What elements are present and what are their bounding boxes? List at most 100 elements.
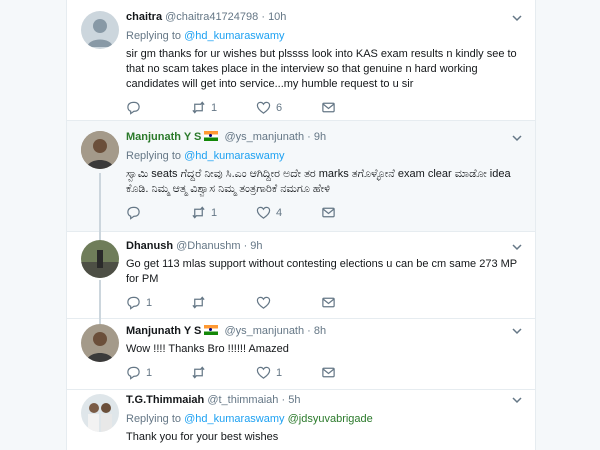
separator-dot: · bbox=[307, 131, 311, 143]
message-button[interactable] bbox=[321, 100, 336, 115]
timestamp[interactable]: 10h bbox=[268, 11, 286, 23]
mention-link[interactable]: @hd_kumaraswamy bbox=[184, 413, 284, 425]
tweet: Manjunath Y S @ys_manjunath · 8h Wow !!!… bbox=[67, 319, 535, 390]
reply-count: 1 bbox=[146, 296, 153, 309]
tweet-header: Dhanush @Dhanushm · 9h bbox=[126, 239, 523, 253]
tweet: Manjunath Y S @ys_manjunath · 9h Replyin… bbox=[67, 121, 535, 232]
display-name[interactable]: T.G.Thimmaiah bbox=[126, 394, 204, 406]
chevron-down-icon[interactable] bbox=[511, 395, 523, 405]
message-icon bbox=[322, 207, 335, 218]
retweet-button[interactable]: 1 bbox=[191, 100, 217, 115]
like-icon bbox=[256, 296, 271, 309]
separator-dot: · bbox=[307, 325, 311, 337]
username[interactable]: @t_thimmaiah bbox=[207, 394, 278, 406]
reply-button[interactable] bbox=[126, 205, 146, 220]
tweet-text: Thank you for your best wishes bbox=[126, 431, 279, 443]
display-name[interactable]: Dhanush bbox=[126, 240, 173, 252]
replying-label: Replying to bbox=[126, 150, 182, 162]
reply-icon bbox=[127, 296, 140, 310]
replying-to: Replying to @hd_kumaraswamy bbox=[126, 149, 523, 163]
reply-icon bbox=[127, 101, 140, 115]
tweet-header: Manjunath Y S @ys_manjunath · 8h bbox=[126, 324, 523, 338]
profile-photo bbox=[81, 324, 119, 362]
timestamp[interactable]: 9h bbox=[250, 240, 262, 252]
like-count: 4 bbox=[276, 206, 283, 219]
username[interactable]: @ys_manjunath bbox=[224, 131, 304, 143]
retweet-button[interactable] bbox=[191, 295, 211, 310]
separator-dot: · bbox=[281, 394, 286, 406]
username[interactable]: @chaitra41724798 bbox=[165, 11, 258, 23]
retweet-button[interactable]: 1 bbox=[191, 205, 217, 220]
thread-line bbox=[99, 173, 101, 232]
like-button[interactable]: 4 bbox=[256, 205, 282, 220]
retweet-icon bbox=[192, 206, 205, 219]
message-button[interactable] bbox=[321, 365, 336, 380]
tweet: Dhanush @Dhanushm · 9h Go get 113 mlas s… bbox=[67, 232, 535, 319]
tweet-actions: 1 4 bbox=[126, 205, 523, 221]
mention-link[interactable]: @jdsyuvabrigade bbox=[288, 413, 373, 425]
avatar[interactable] bbox=[81, 394, 119, 432]
like-button[interactable] bbox=[256, 295, 276, 310]
tweet-text: Wow !!!! Thanks Bro !!!!!! Amazed bbox=[126, 343, 289, 355]
tweet-header: chaitra @chaitra41724798 · 10h bbox=[126, 10, 523, 24]
message-icon bbox=[322, 367, 335, 378]
message-button[interactable] bbox=[321, 295, 336, 310]
india-flag-icon bbox=[204, 325, 219, 335]
reply-button[interactable] bbox=[126, 100, 146, 115]
chevron-down-icon[interactable] bbox=[511, 13, 523, 23]
display-name[interactable]: chaitra bbox=[126, 11, 162, 23]
reply-button[interactable]: 1 bbox=[126, 365, 152, 380]
left-margin bbox=[0, 0, 66, 450]
mention-link[interactable]: @hd_kumaraswamy bbox=[184, 30, 284, 42]
chevron-down-icon[interactable] bbox=[511, 133, 523, 143]
tweet-text: Go get 113 mlas support without contesti… bbox=[126, 258, 517, 285]
avatar-default[interactable] bbox=[81, 11, 119, 49]
chevron-down-icon[interactable] bbox=[511, 242, 523, 252]
timestamp[interactable]: 5h bbox=[288, 394, 300, 406]
tweet: T.G.Thimmaiah @t_thimmaiah · 5h Replying… bbox=[67, 390, 535, 450]
replying-to: Replying to @hd_kumaraswamy bbox=[126, 29, 523, 43]
reply-icon bbox=[127, 366, 140, 380]
reply-thread: chaitra @chaitra41724798 · 10h Replying … bbox=[66, 0, 536, 450]
reply-icon bbox=[127, 206, 140, 220]
separator-dot: · bbox=[261, 11, 265, 23]
avatar[interactable] bbox=[81, 131, 119, 169]
like-icon bbox=[256, 366, 271, 379]
retweet-icon bbox=[192, 296, 205, 309]
tweet-actions: 1 6 bbox=[126, 100, 523, 116]
tweet-actions: 1 1 bbox=[126, 365, 523, 381]
tweet: chaitra @chaitra41724798 · 10h Replying … bbox=[67, 0, 535, 121]
display-name[interactable]: Manjunath Y S bbox=[126, 131, 201, 143]
profile-photo bbox=[81, 394, 119, 432]
replying-label: Replying to bbox=[126, 30, 182, 42]
timestamp[interactable]: 8h bbox=[314, 325, 326, 337]
thread-line bbox=[99, 280, 101, 319]
retweet-count: 1 bbox=[211, 206, 218, 219]
avatar[interactable] bbox=[81, 324, 119, 362]
chevron-down-icon[interactable] bbox=[511, 326, 523, 336]
reply-count: 1 bbox=[146, 366, 153, 379]
message-button[interactable] bbox=[321, 205, 336, 220]
message-icon bbox=[322, 297, 335, 308]
retweet-icon bbox=[192, 101, 205, 114]
like-count: 6 bbox=[276, 101, 283, 114]
mention-link[interactable]: @hd_kumaraswamy bbox=[184, 150, 284, 162]
username[interactable]: @Dhanushm bbox=[176, 240, 240, 252]
tweet-text: sir gm thanks for ur wishes but plssss l… bbox=[126, 48, 517, 90]
replying-label: Replying to bbox=[126, 413, 182, 425]
timestamp[interactable]: 9h bbox=[314, 131, 326, 143]
like-button[interactable]: 1 bbox=[256, 365, 282, 380]
replying-to: Replying to @hd_kumaraswamy @jdsyuvabrig… bbox=[126, 412, 523, 426]
default-profile-icon bbox=[87, 19, 113, 47]
retweet-button[interactable] bbox=[191, 365, 211, 380]
reply-button[interactable]: 1 bbox=[126, 295, 152, 310]
username[interactable]: @ys_manjunath bbox=[224, 325, 304, 337]
india-flag-icon bbox=[204, 131, 219, 141]
avatar[interactable] bbox=[81, 240, 119, 278]
like-button[interactable]: 6 bbox=[256, 100, 282, 115]
retweet-count: 1 bbox=[211, 101, 218, 114]
display-name[interactable]: Manjunath Y S bbox=[126, 325, 201, 337]
like-icon bbox=[256, 101, 271, 114]
message-icon bbox=[322, 102, 335, 113]
right-margin bbox=[536, 0, 600, 450]
